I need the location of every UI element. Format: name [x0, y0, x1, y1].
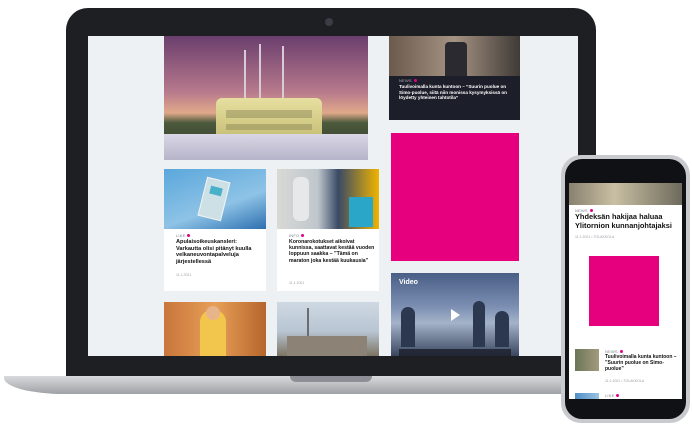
news-card-image[interactable]	[164, 302, 266, 356]
laptop-screen: NEWS Tuulivoimalla kunta kuntoon – ”Suur…	[88, 36, 578, 356]
card-date: 11.1.2021	[176, 273, 192, 277]
card-image	[164, 169, 266, 229]
card-tag: LIKE	[605, 393, 620, 398]
card-tag: LIKE	[176, 233, 191, 238]
phone-screen: NEWS Yhdeksän hakijaa haluaa Ylitornion …	[569, 183, 682, 399]
video-caption-bar	[399, 349, 511, 356]
card-date: 11.1.2021 • TOLAKKOLA	[605, 379, 645, 383]
phone-card-image	[569, 183, 682, 205]
ad-placeholder[interactable]	[589, 256, 659, 326]
phone-card-thumb	[575, 349, 599, 371]
camera-icon	[325, 18, 333, 26]
video-label: Video	[399, 279, 418, 286]
building-illustration	[216, 98, 322, 138]
card-tag: INFO	[289, 233, 305, 238]
play-icon[interactable]	[451, 309, 460, 321]
laptop-notch	[290, 376, 372, 382]
card-headline[interactable]: Apulaisoikeuskansleri: Varkautta olisi p…	[176, 239, 262, 266]
tree-silhouette	[495, 311, 509, 347]
tree-silhouette	[401, 307, 415, 347]
card-date: 11.1.2021	[289, 281, 305, 285]
phone-notch	[584, 163, 667, 179]
video-card[interactable]: Video	[391, 273, 519, 356]
snow-ground	[164, 134, 368, 160]
tree-silhouette	[473, 301, 485, 347]
card-headline[interactable]: Tuulivoimalla kunta kuntoon – ”Suurin pu…	[399, 84, 515, 101]
card-tag: NEWS	[399, 78, 417, 83]
news-card[interactable]: INFO Koronarokotukset aikoivat kunnissa,…	[277, 169, 379, 291]
phone-news-card[interactable]: NEWS Yhdeksän hakijaa haluaa Ylitornion …	[575, 207, 676, 241]
hero-image[interactable]	[164, 36, 368, 160]
card-headline[interactable]: Tuulivoimalla kunta kuntoon – ”Suurin pu…	[605, 354, 679, 372]
card-date: 11.1.2021 • TOLAKKOLA	[575, 235, 615, 239]
news-card-dark[interactable]: NEWS Tuulivoimalla kunta kuntoon – ”Suur…	[389, 36, 520, 120]
card-image	[277, 169, 379, 229]
news-card[interactable]: LIKE Apulaisoikeuskansleri: Varkautta ol…	[164, 169, 266, 291]
news-card-image[interactable]	[277, 302, 379, 356]
card-image	[389, 36, 520, 76]
card-headline[interactable]: Yhdeksän hakijaa haluaa Ylitornion kunna…	[575, 212, 676, 231]
ad-placeholder[interactable]	[391, 133, 519, 261]
card-headline[interactable]: Koronarokotukset aikoivat kunnissa, saat…	[289, 239, 375, 264]
phone-card-thumb	[575, 393, 599, 399]
